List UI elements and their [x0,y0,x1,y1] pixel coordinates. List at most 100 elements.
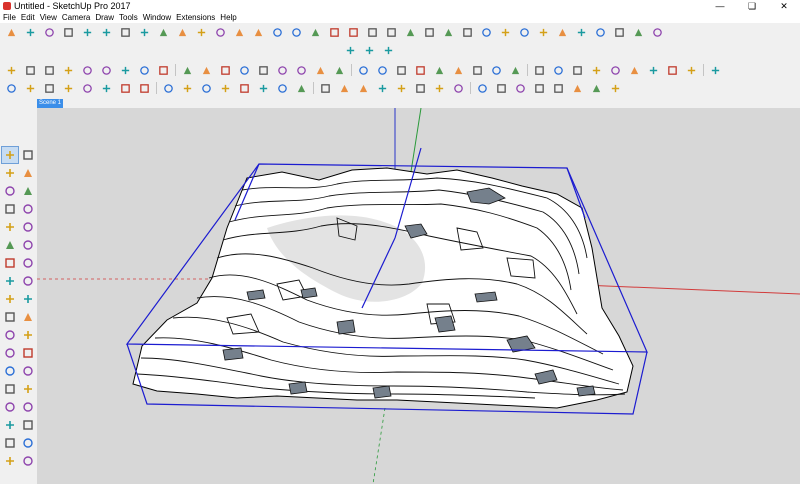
select-icon[interactable] [4,63,18,77]
dimension-icon[interactable] [517,25,531,39]
views-icon[interactable] [256,81,270,95]
previous-icon[interactable] [20,417,36,433]
follow-me-icon[interactable] [23,25,37,39]
scale-icon[interactable] [2,309,18,325]
polygon-icon[interactable] [20,219,36,235]
layout-icon[interactable] [708,63,722,77]
axes-icon[interactable] [574,25,588,39]
pie-icon[interactable] [479,25,493,39]
front-view-icon[interactable] [256,63,270,77]
arc-icon[interactable] [384,25,398,39]
model-info-icon[interactable] [199,81,213,95]
push-pull-icon[interactable] [4,25,18,39]
scene-tab[interactable]: Scene 1 [37,99,63,108]
orbit-icon[interactable] [42,63,56,77]
freehand-icon[interactable] [20,183,36,199]
add-detail-icon[interactable] [327,25,341,39]
follow-me-icon[interactable] [20,291,36,307]
edge-style-icon[interactable] [570,63,584,77]
standard-open-icon[interactable] [23,81,37,95]
terrain-icon[interactable] [589,81,603,95]
display-sections-icon[interactable] [551,63,565,77]
standard-save-icon[interactable] [42,81,56,95]
trim-icon[interactable] [194,25,208,39]
warehouse-share-icon[interactable] [356,81,370,95]
line-icon[interactable] [2,183,18,199]
undo-icon[interactable] [137,81,151,95]
zoom-extents-icon[interactable] [2,417,18,433]
copy-icon[interactable] [80,81,94,95]
top-view-icon[interactable] [237,63,251,77]
rotate-icon[interactable] [2,291,18,307]
eraser-icon[interactable] [23,63,37,77]
components-icon[interactable] [343,43,357,57]
layers-icon[interactable] [294,81,308,95]
sandbox-from-scratch-icon[interactable] [251,25,265,39]
extension-icon[interactable] [646,63,660,77]
component-share-icon[interactable] [375,81,389,95]
minimize-button[interactable]: — [704,0,736,12]
erase-icon[interactable] [118,81,132,95]
ruby-console-icon[interactable] [532,81,546,95]
intersect-icon[interactable] [118,25,132,39]
geo-location-icon[interactable] [570,81,584,95]
send-to-layout-icon[interactable] [494,81,508,95]
tape-measure-icon[interactable] [2,327,18,343]
paint-bucket-icon[interactable] [2,165,18,181]
rotate-icon[interactable] [80,25,94,39]
pie-icon[interactable] [20,255,36,271]
hidden-line-icon[interactable] [394,63,408,77]
position-camera-icon[interactable] [199,63,213,77]
redo-icon[interactable] [161,81,175,95]
standard-new-icon[interactable] [4,81,18,95]
paint-bucket-icon[interactable] [631,25,645,39]
text-icon[interactable] [20,345,36,361]
zoom-extents-icon[interactable] [118,63,132,77]
eraser-icon[interactable] [650,25,664,39]
export-icon[interactable] [513,81,527,95]
restore-button[interactable]: ❏ [736,0,768,12]
get-models-icon[interactable] [394,81,408,95]
rectangle-icon[interactable] [422,25,436,39]
tape-measure-icon[interactable] [498,25,512,39]
rotated-rectangle-icon[interactable] [20,201,36,217]
back-view-icon[interactable] [294,63,308,77]
line-icon[interactable] [365,25,379,39]
pan-icon[interactable] [20,381,36,397]
dimension-icon[interactable] [20,327,36,343]
component-attributes-icon[interactable] [475,81,489,95]
interact-icon[interactable] [432,81,446,95]
look-around-icon[interactable] [20,435,36,451]
eraser-icon[interactable] [20,165,36,181]
outer-shell-icon[interactable] [137,25,151,39]
move-icon[interactable] [2,273,18,289]
profiles-icon[interactable] [589,63,603,77]
photo-match-icon[interactable] [551,81,565,95]
menu-draw[interactable]: Draw [92,12,116,23]
left-view-icon[interactable] [313,63,327,77]
model-viewport[interactable] [37,108,800,484]
circle-icon[interactable] [441,25,455,39]
extension-icon[interactable] [627,63,641,77]
orbit-icon[interactable] [2,381,18,397]
three-point-arc-icon[interactable] [2,255,18,271]
materials-icon[interactable] [362,43,376,57]
close-button[interactable]: ✕ [768,0,800,12]
menu-tools[interactable]: Tools [116,12,140,23]
previous-view-icon[interactable] [137,63,151,77]
make-component-icon[interactable] [20,147,36,163]
offset-icon[interactable] [42,25,56,39]
scale-icon[interactable] [99,25,113,39]
viewport-canvas[interactable] [37,108,800,484]
3d-text-icon[interactable] [612,25,626,39]
depth-cue-icon[interactable] [608,63,622,77]
circle-icon[interactable] [2,219,18,235]
sections-icon[interactable] [337,81,351,95]
back-edges-icon[interactable] [356,63,370,77]
arc-icon[interactable] [2,237,18,253]
section-plane-icon[interactable] [20,453,36,469]
menu-view[interactable]: View [37,12,59,23]
menu-camera[interactable]: Camera [59,12,92,23]
preview-icon[interactable] [608,81,622,95]
component-options-icon[interactable] [451,81,465,95]
